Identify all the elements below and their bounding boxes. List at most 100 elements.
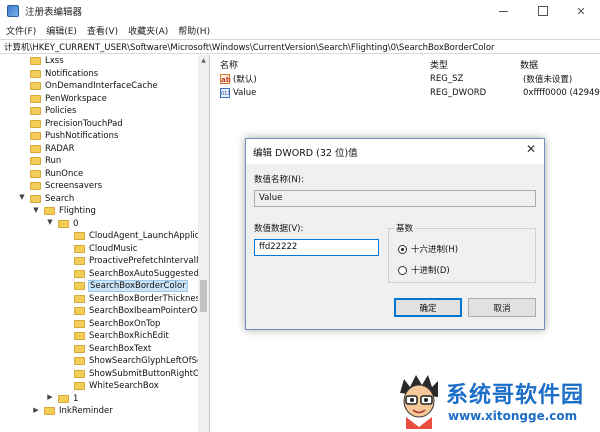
tree-item[interactable]: InkReminder	[44, 405, 113, 417]
menu-file[interactable]: 文件(F)	[2, 24, 40, 37]
scroll-up-icon[interactable]: ▲	[198, 55, 209, 66]
tree-item-selected[interactable]: SearchBoxBorderColor	[74, 280, 188, 292]
tree-item[interactable]: Lxss	[30, 55, 64, 67]
tree-item[interactable]: RunOnce	[30, 168, 83, 180]
tree-item[interactable]: PenWorkspace	[30, 93, 107, 105]
tree-item-0[interactable]: 0	[58, 218, 78, 230]
mascot-logo-icon	[400, 375, 438, 429]
folder-icon	[30, 132, 41, 140]
watermark-text: 系统哥软件园	[446, 383, 585, 408]
value-row[interactable]: ab (默认)	[220, 73, 257, 85]
collapse-chevron-icon[interactable]: ▼	[18, 193, 26, 201]
folder-icon	[30, 169, 41, 178]
folder-icon	[74, 282, 85, 290]
tree-item[interactable]: PrecisionTouchPad	[30, 118, 123, 130]
expand-chevron-icon[interactable]: ▶	[32, 406, 40, 414]
tree-item[interactable]: SearchBoxAutoSuggestedFo	[74, 268, 209, 280]
tree-item[interactable]: RADAR	[30, 143, 75, 155]
tree-item[interactable]: WhiteSearchBox	[74, 380, 159, 392]
dialog-close-icon[interactable]: ✕	[526, 142, 536, 156]
tree-item[interactable]: CloudMusic	[74, 243, 137, 255]
collapse-chevron-icon[interactable]: ▼	[46, 218, 54, 226]
folder-open-icon	[58, 219, 69, 228]
folder-icon	[74, 269, 85, 278]
folder-icon	[74, 307, 85, 315]
tree-item[interactable]: CloudAgent_LaunchApplicati	[74, 230, 209, 242]
menu-favorites[interactable]: 收藏夹(A)	[124, 24, 172, 37]
tree-item[interactable]: SearchBoxOnTop	[74, 318, 160, 330]
value-name-field[interactable]: Value	[254, 190, 536, 207]
tree-scrollbar[interactable]: ▲	[198, 55, 209, 432]
title-bar: 注册表编辑器 ✕	[0, 0, 600, 22]
address-bar[interactable]: 计算机\HKEY_CURRENT_USER\Software\Microsoft…	[0, 39, 600, 54]
menu-view[interactable]: 查看(V)	[83, 24, 122, 37]
folder-icon	[30, 107, 41, 115]
folder-icon	[74, 244, 85, 253]
tree-item[interactable]: SearchBoxIbeamPointerOnH	[74, 305, 209, 317]
column-header-name[interactable]: 名称	[220, 58, 238, 71]
folder-open-icon	[44, 207, 55, 215]
folder-icon	[74, 369, 85, 378]
close-icon: ✕	[576, 4, 586, 18]
maximize-icon	[538, 6, 548, 16]
value-type: REG_SZ	[430, 74, 464, 84]
tree-item[interactable]: Screensavers	[30, 180, 102, 192]
site-watermark: 系统哥软件园 www.xitongge.com	[394, 367, 600, 432]
tree-item[interactable]: OnDemandInterfaceCache	[30, 80, 158, 92]
tree-item[interactable]: Notifications	[30, 68, 98, 80]
window-title: 注册表编辑器	[25, 7, 83, 18]
folder-icon	[30, 182, 41, 190]
folder-icon	[30, 82, 41, 90]
tree-item-flighting[interactable]: Flighting	[44, 205, 96, 217]
tree-item[interactable]: SearchBoxRichEdit	[74, 330, 169, 342]
value-type: REG_DWORD	[430, 88, 487, 98]
folder-icon	[30, 69, 41, 78]
tree-item-search[interactable]: Search	[30, 193, 74, 205]
close-window-button[interactable]: ✕	[562, 0, 600, 22]
folder-icon	[74, 332, 85, 340]
tree-item[interactable]: SearchBoxBorderThickness	[74, 293, 205, 305]
regedit-app-icon	[7, 5, 19, 17]
value-data-input[interactable]: ffd22222	[254, 239, 379, 256]
minimize-icon	[498, 10, 508, 12]
folder-icon	[74, 319, 85, 328]
value-row[interactable]: 011 Value	[220, 87, 256, 99]
minimize-button[interactable]	[484, 0, 522, 22]
tree-item[interactable]: PushNotifications	[30, 130, 118, 142]
expand-chevron-icon[interactable]: ▶	[46, 393, 54, 401]
column-header-type[interactable]: 类型	[430, 58, 448, 71]
radio-checked-icon	[398, 244, 407, 254]
folder-open-icon	[30, 194, 41, 203]
edit-dword-dialog: 编辑 DWORD (32 位)值 ✕ 数值名称(N): Value 数值数据(V…	[245, 138, 545, 330]
value-data-label: 数值数据(V):	[254, 224, 304, 234]
tree-item[interactable]: ShowSearchGlyphLeftOfSear	[74, 355, 209, 367]
tree-item[interactable]: Policies	[30, 105, 76, 117]
registry-tree[interactable]: Lxss Notifications OnDemandInterfaceCach…	[0, 55, 210, 432]
collapse-chevron-icon[interactable]: ▼	[32, 206, 40, 214]
maximize-button[interactable]	[524, 0, 562, 22]
menu-help[interactable]: 帮助(H)	[174, 24, 214, 37]
folder-icon	[74, 257, 85, 265]
cancel-button[interactable]: 取消	[468, 298, 536, 317]
value-name-label: 数值名称(N):	[254, 175, 304, 185]
scrollbar-thumb[interactable]	[200, 280, 207, 312]
dialog-body: 数值名称(N): Value 数值数据(V): ffd22222 基数 十六进制…	[246, 164, 544, 329]
folder-icon	[58, 394, 69, 403]
folder-icon	[74, 382, 85, 390]
tree-item[interactable]: ShowSubmitButtonRightOfSe	[74, 368, 209, 380]
tree-item[interactable]: SearchBoxText	[74, 343, 151, 355]
tree-item[interactable]: Run	[30, 155, 61, 167]
menu-edit[interactable]: 编辑(E)	[42, 24, 81, 37]
tree-item[interactable]: ProactivePrefetchIntervalMin	[74, 255, 209, 267]
hex-radio[interactable]: 十六进制(H)	[398, 243, 458, 255]
decimal-radio[interactable]: 十进制(D)	[398, 264, 450, 276]
folder-icon	[44, 407, 55, 415]
value-data: (数值未设置)	[523, 75, 573, 85]
registry-path[interactable]: 计算机\HKEY_CURRENT_USER\Software\Microsoft…	[0, 41, 495, 53]
folder-icon	[74, 344, 85, 353]
radio-unchecked-icon	[398, 265, 407, 275]
tree-item[interactable]: 1	[58, 393, 78, 405]
folder-icon	[30, 57, 41, 65]
ok-button[interactable]: 确定	[394, 298, 462, 317]
column-header-data[interactable]: 数据	[520, 58, 538, 71]
